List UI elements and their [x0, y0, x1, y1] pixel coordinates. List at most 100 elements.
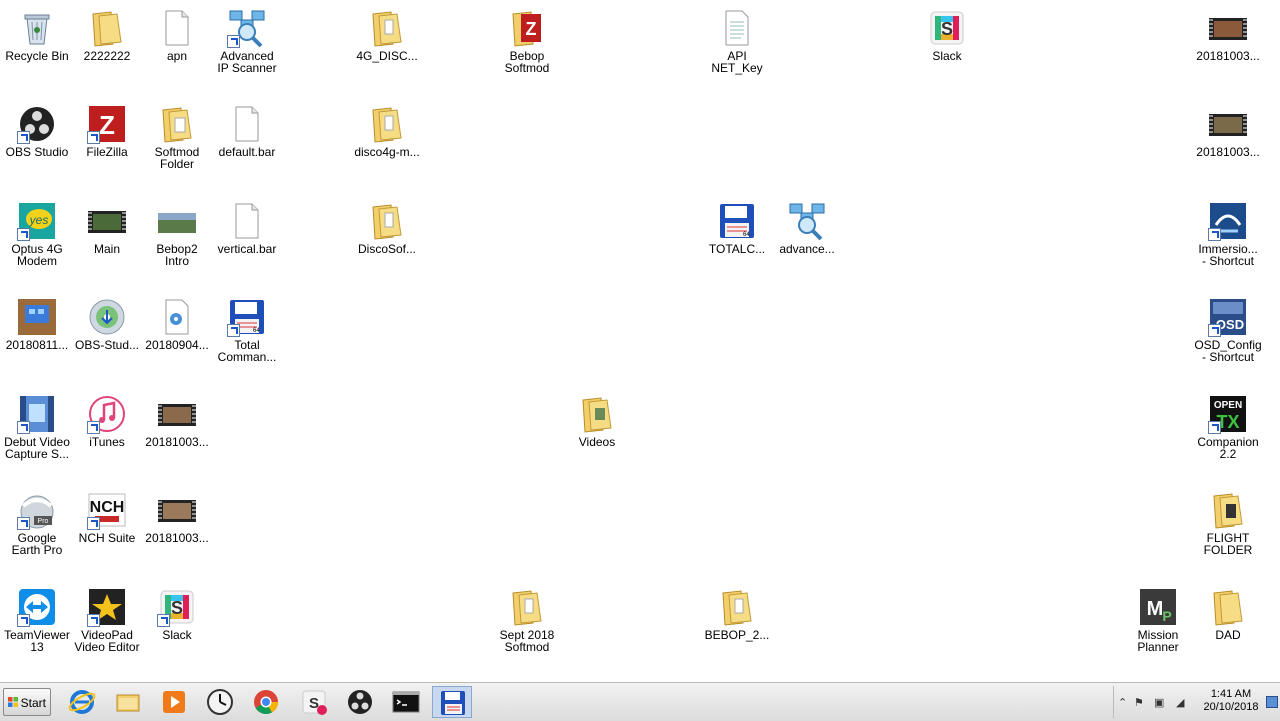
- desktop-icon-sept-2018-softmod[interactable]: Sept 2018 Softmod: [491, 583, 563, 653]
- start-button[interactable]: Start: [3, 688, 51, 716]
- desktop-icon-label: Softmod Folder: [154, 145, 200, 171]
- folder-icon: [1208, 490, 1248, 530]
- desktop-icon-video-20181003-d[interactable]: 20181003...: [141, 486, 213, 544]
- shortcut-arrow-icon: [17, 517, 30, 530]
- desktop-icon-itunes[interactable]: iTunes: [71, 390, 143, 448]
- desktop-icon-audio-20180904[interactable]: 20180904...: [141, 293, 213, 351]
- desktop-icon-softmod-folder[interactable]: Softmod Folder: [141, 100, 213, 170]
- windows-logo-icon: [8, 697, 18, 707]
- desktop-icon-label: Advanced IP Scanner: [217, 49, 277, 75]
- desktop-icon-google-earth-pro[interactable]: Pro Google Earth Pro: [1, 486, 73, 556]
- desktop-icon-filezilla[interactable]: Z FileZilla: [71, 100, 143, 158]
- desktop-icon-video-20181003-b[interactable]: 20181003...: [1192, 100, 1264, 158]
- taskbar-slack[interactable]: S: [294, 686, 334, 718]
- shortcut-arrow-icon: [87, 131, 100, 144]
- show-desktop-button[interactable]: [1266, 696, 1278, 708]
- desktop-icon-label: API NET_Key: [711, 49, 763, 75]
- desktop-icon-disco4g[interactable]: disco4g-m...: [351, 100, 423, 158]
- taskbar-obs[interactable]: [340, 686, 380, 718]
- filezilla-folder-icon: Z: [507, 8, 547, 48]
- clock-date: 20/10/2018: [1203, 701, 1259, 713]
- desktop-icon-label: 20181003...: [1196, 145, 1260, 159]
- obs-icon: [348, 690, 372, 714]
- taskbar-internet-explorer[interactable]: [62, 686, 102, 718]
- desktop-icon-nch-suite[interactable]: NCH NCH Suite: [71, 486, 143, 544]
- floppy-icon: 64: [227, 297, 267, 337]
- folder-icon: [367, 104, 407, 144]
- desktop-icon-label: iTunes: [89, 435, 125, 449]
- desktop-icon-default-bar[interactable]: default.bar: [211, 100, 283, 158]
- desktop-icon-videos[interactable]: Videos: [561, 390, 633, 448]
- desktop-icon-flight-folder[interactable]: FLIGHT FOLDER: [1192, 486, 1264, 556]
- desktop-icon-advanced-ip-scanner[interactable]: Advanced IP Scanner: [211, 4, 283, 74]
- desktop-icon-4g-disc[interactable]: 4G_DISC...: [351, 4, 423, 62]
- desktop-icon-obs-installer[interactable]: OBS-Stud...: [71, 293, 143, 351]
- shortcut-arrow-icon: [1208, 421, 1221, 434]
- desktop-icon-mission-planner[interactable]: MP Mission Planner: [1122, 583, 1194, 653]
- desktop-icon-slack-2[interactable]: S Slack: [141, 583, 213, 641]
- desktop-icon-videopad[interactable]: VideoPad Video Editor: [71, 583, 143, 653]
- desktop-icon-label: 4G_DISC...: [356, 49, 418, 63]
- action-center-flag-icon[interactable]: ⚑: [1134, 696, 1144, 709]
- desktop-icon-advance[interactable]: advance...: [771, 197, 843, 255]
- taskbar-clock-app[interactable]: [200, 686, 240, 718]
- desktop-icon-recycle-bin[interactable]: Recycle Bin: [1, 4, 73, 62]
- desktop-icon-bebop-softmod[interactable]: Z Bebop Softmod: [491, 4, 563, 74]
- desktop-icon-api-net-key[interactable]: API NET_Key: [701, 4, 773, 74]
- desktop-icon-discosof[interactable]: DiscoSof...: [351, 197, 423, 255]
- desktop-icon-2222222[interactable]: 2222222: [71, 4, 143, 62]
- taskbar-media-player[interactable]: [154, 686, 194, 718]
- slack-icon: S: [302, 690, 327, 715]
- taskbar-total-commander[interactable]: [432, 686, 472, 718]
- network-icon[interactable]: ▣: [1154, 696, 1164, 709]
- taskbar-command-prompt[interactable]: [386, 686, 426, 718]
- desktop-icon-total-commander[interactable]: 64 Total Comman...: [211, 293, 283, 363]
- tray-clock[interactable]: 1:41 AM 20/10/2018: [1198, 688, 1264, 714]
- video-icon: [87, 201, 127, 241]
- network-scanner-icon: [787, 201, 827, 241]
- desktop-icon-optus-4g-modem[interactable]: yes Optus 4G Modem: [1, 197, 73, 267]
- file-icon: [227, 201, 267, 241]
- desktop-icon-vertical-bar[interactable]: vertical.bar: [211, 197, 283, 255]
- shortcut-arrow-icon: [17, 228, 30, 241]
- desktop-icon-video-20181003-a[interactable]: 20181003...: [1192, 4, 1264, 62]
- desktop-icon-obs-studio[interactable]: OBS Studio: [1, 100, 73, 158]
- desktop-icon-label: Debut Video Capture S...: [4, 435, 70, 461]
- desktop-icon-label: 20181003...: [1196, 49, 1260, 63]
- slack-icon: S: [157, 587, 197, 627]
- desktop-icon-bebop2-intro[interactable]: Bebop2 Intro: [141, 197, 213, 267]
- desktop-icon-video-20181003-c[interactable]: 20181003...: [141, 390, 213, 448]
- svg-text:NCH: NCH: [90, 499, 125, 516]
- desktop-icon-totalc[interactable]: 64 TOTALC...: [701, 197, 773, 255]
- installer-disc-icon: [87, 297, 127, 337]
- svg-text:64: 64: [743, 232, 750, 238]
- volume-icon[interactable]: ◢: [1176, 696, 1184, 709]
- mission-planner-icon: MP: [1138, 587, 1178, 627]
- taskbar-file-explorer[interactable]: [108, 686, 148, 718]
- desktop-icon-label: Google Earth Pro: [11, 531, 63, 557]
- desktop-icon-companion[interactable]: OPEN TX Companion 2.2: [1192, 390, 1264, 460]
- desktop-icon-osd-config-shortcut[interactable]: OSD OSD_Config - Shortcut: [1192, 293, 1264, 363]
- desktop-icon-label: default.bar: [218, 145, 276, 159]
- clock-app-icon: [207, 689, 233, 715]
- system-tray: ⌃ ⚑ ▣ ◢ 1:41 AM 20/10/2018: [1113, 686, 1278, 718]
- recycle-bin-icon: [17, 8, 57, 48]
- desktop-icon-bebop-2[interactable]: BEBOP_2...: [701, 583, 773, 641]
- google-earth-icon: Pro: [17, 490, 57, 530]
- desktop-icon-slack[interactable]: S Slack: [911, 4, 983, 62]
- desktop-icon-image-20180811[interactable]: 20180811...: [1, 293, 73, 351]
- desktop-icon-label: BEBOP_2...: [704, 628, 770, 642]
- taskbar-chrome[interactable]: [246, 686, 286, 718]
- desktop-icon-immersion-shortcut[interactable]: Immersio... - Shortcut: [1192, 197, 1264, 267]
- desktop-icon-apn[interactable]: apn: [141, 4, 213, 62]
- show-hidden-icons-icon[interactable]: ⌃: [1118, 696, 1127, 709]
- image-icon: [17, 297, 57, 337]
- svg-text:Z: Z: [526, 19, 537, 39]
- command-prompt-icon: [392, 691, 420, 713]
- desktop-icon-label: 20181003...: [145, 435, 209, 449]
- desktop-icon-teamviewer[interactable]: TeamViewer 13: [1, 583, 73, 653]
- desktop-icon-main[interactable]: Main: [71, 197, 143, 255]
- desktop-icon-debut-video-capture[interactable]: Debut Video Capture S...: [1, 390, 73, 460]
- shortcut-arrow-icon: [227, 324, 240, 337]
- desktop-icon-dad[interactable]: DAD: [1192, 583, 1264, 641]
